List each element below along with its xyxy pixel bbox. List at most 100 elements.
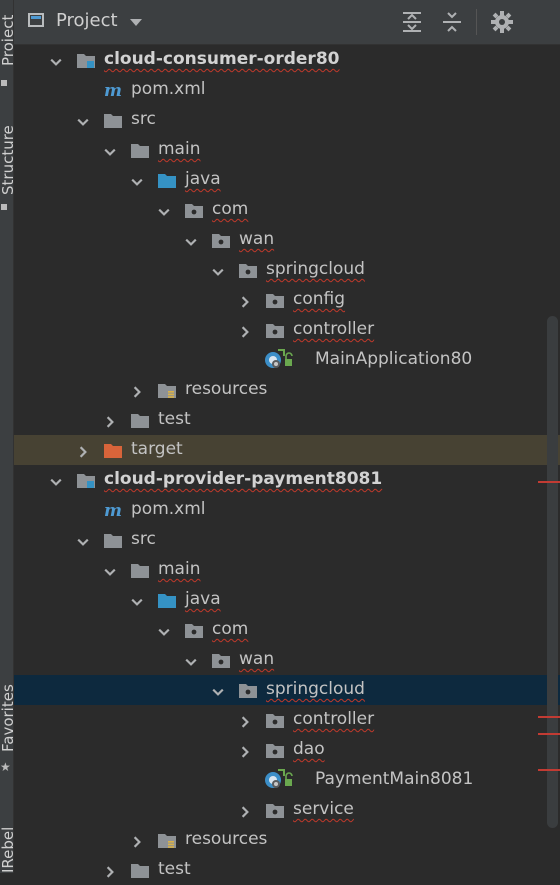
- tree-node-springcloud[interactable]: springcloud: [14, 255, 560, 285]
- tree-node-java[interactable]: java: [14, 585, 560, 615]
- chevron-right-icon[interactable]: [131, 383, 141, 398]
- tree-node-label: resources: [185, 379, 268, 399]
- tree-node-test[interactable]: test: [14, 405, 560, 435]
- structure-tab-icon: [1, 204, 7, 210]
- tree-node-dao[interactable]: dao: [14, 735, 560, 765]
- tree-node-controller[interactable]: controller: [14, 315, 560, 345]
- chevron-down-icon[interactable]: [158, 623, 170, 636]
- tree-node-label: main: [158, 139, 201, 159]
- tree-node-wan[interactable]: wan: [14, 645, 560, 675]
- chevron-down-icon[interactable]: [50, 53, 62, 66]
- chevron-down-icon[interactable]: [77, 533, 89, 546]
- expand-all-icon[interactable]: [400, 10, 424, 34]
- tree-node-pom-xml[interactable]: m pom.xml: [14, 75, 560, 105]
- error-stripe-mark: [538, 716, 560, 718]
- project-tab-icon: [1, 80, 7, 86]
- chevron-right-icon[interactable]: [104, 413, 114, 428]
- chevron-right-icon[interactable]: [239, 293, 249, 308]
- folder-icon: [130, 861, 149, 879]
- tree-node-target[interactable]: target: [14, 435, 560, 465]
- tree-node-label: java: [185, 589, 221, 609]
- package-icon: [265, 321, 284, 339]
- error-stripe-mark: [538, 481, 560, 483]
- source-folder-icon: [157, 591, 176, 609]
- package-icon: [211, 231, 230, 249]
- chevron-right-icon[interactable]: [239, 323, 249, 338]
- chevron-down-icon[interactable]: [104, 563, 116, 576]
- package-icon: [265, 801, 284, 819]
- tree-node-label: PaymentMain8081: [315, 769, 474, 789]
- tree-node-label: target: [131, 439, 183, 459]
- tree-node-label: springcloud: [266, 679, 365, 699]
- chevron-right-icon[interactable]: [239, 743, 249, 758]
- tool-tab-project[interactable]: Project: [0, 15, 13, 66]
- chevron-down-icon[interactable]: [50, 473, 62, 486]
- tree-node-wan[interactable]: wan: [14, 225, 560, 255]
- chevron-down-icon[interactable]: [212, 263, 224, 276]
- spring-boot-class-icon: [264, 769, 293, 788]
- tool-tab-jrebel[interactable]: JRebel: [0, 827, 13, 873]
- tree-node-resources[interactable]: resources: [14, 825, 560, 855]
- tree-node-main[interactable]: main: [14, 135, 560, 165]
- panel-title[interactable]: Project: [56, 10, 118, 31]
- chevron-down-icon[interactable]: [185, 653, 197, 666]
- tree-node-service[interactable]: service: [14, 795, 560, 825]
- tree-node-test[interactable]: test: [14, 855, 560, 885]
- spring-boot-class-icon: [264, 349, 293, 368]
- chevron-down-icon[interactable]: [158, 203, 170, 216]
- collapse-all-icon[interactable]: [440, 10, 464, 34]
- svg-text:m: m: [104, 501, 122, 521]
- tree-node-main[interactable]: main: [14, 555, 560, 585]
- chevron-down-icon[interactable]: [185, 233, 197, 246]
- tree-node-label: service: [293, 799, 354, 819]
- tree-node-pom-xml[interactable]: m pom.xml: [14, 495, 560, 525]
- tree-node-springcloud[interactable]: springcloud: [14, 675, 560, 705]
- chevron-right-icon[interactable]: [104, 863, 114, 878]
- folder-icon: [130, 141, 149, 159]
- package-icon: [238, 261, 257, 279]
- chevron-right-icon[interactable]: [131, 833, 141, 848]
- tree-node-resources[interactable]: resources: [14, 375, 560, 405]
- error-stripe-mark: [538, 769, 560, 771]
- tree-node-label: springcloud: [266, 259, 365, 279]
- tree-node-label: com: [212, 199, 249, 219]
- tree-node-label: controller: [293, 319, 375, 339]
- tree-node-label: java: [185, 169, 221, 189]
- chevron-down-icon[interactable]: [131, 173, 143, 186]
- svg-text:m: m: [104, 81, 122, 101]
- package-icon: [265, 711, 284, 729]
- gear-icon[interactable]: [490, 10, 514, 34]
- tree-node-src[interactable]: src: [14, 105, 560, 135]
- maven-icon: m: [103, 501, 122, 521]
- folder-icon: [103, 111, 122, 129]
- tree-node-cloud-consumer-order80[interactable]: cloud-consumer-order80: [14, 45, 560, 75]
- tree-node-paymentmain8081[interactable]: PaymentMain8081: [14, 765, 560, 795]
- tool-tab-favorites[interactable]: Favorites: [0, 684, 13, 752]
- chevron-down-icon[interactable]: [104, 143, 116, 156]
- tree-node-controller[interactable]: controller: [14, 705, 560, 735]
- tree-node-label: src: [131, 529, 156, 549]
- folder-icon: [130, 561, 149, 579]
- tool-tab-structure[interactable]: Structure: [0, 125, 13, 195]
- chevron-down-icon[interactable]: [212, 683, 224, 696]
- tree-node-mainapplication80[interactable]: MainApplication80: [14, 345, 560, 375]
- dropdown-icon[interactable]: [130, 19, 142, 26]
- chevron-down-icon[interactable]: [131, 593, 143, 606]
- vertical-scrollbar[interactable]: [547, 316, 558, 828]
- tree-node-cloud-provider-payment8081[interactable]: cloud-provider-payment8081: [14, 465, 560, 495]
- tree-node-com[interactable]: com: [14, 195, 560, 225]
- tree-node-config[interactable]: config: [14, 285, 560, 315]
- tree-node-src[interactable]: src: [14, 525, 560, 555]
- tree-node-label: pom.xml: [131, 79, 206, 99]
- chevron-right-icon[interactable]: [239, 713, 249, 728]
- chevron-down-icon[interactable]: [77, 113, 89, 126]
- resources-folder-icon: [157, 381, 176, 399]
- tree-node-com[interactable]: com: [14, 615, 560, 645]
- chevron-right-icon[interactable]: [239, 803, 249, 818]
- tree-node-java[interactable]: java: [14, 165, 560, 195]
- maven-icon: m: [103, 81, 122, 101]
- tree-node-label: pom.xml: [131, 499, 206, 519]
- chevron-right-icon[interactable]: [77, 443, 87, 458]
- favorites-star-icon: ★: [0, 760, 11, 774]
- module-icon: [76, 51, 95, 69]
